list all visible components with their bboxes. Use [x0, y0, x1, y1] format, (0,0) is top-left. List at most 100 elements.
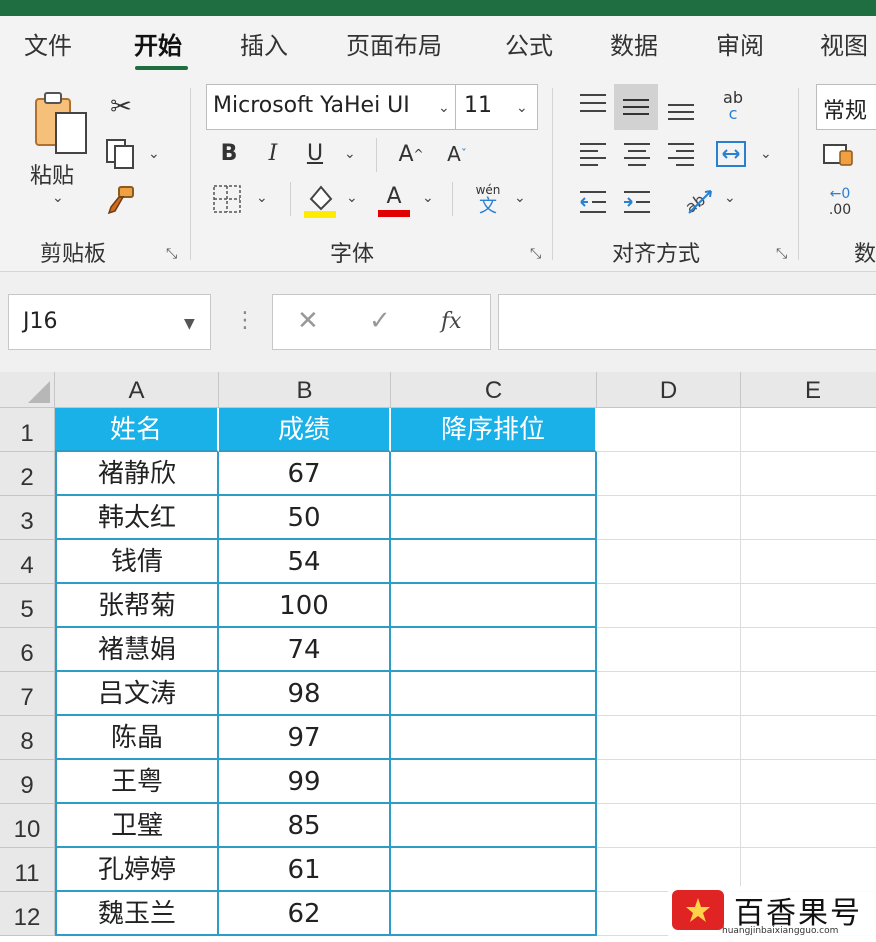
row-header[interactable]: 3	[0, 496, 55, 540]
number-format-select[interactable]: 常规	[816, 84, 876, 130]
bold-button[interactable]: B	[214, 138, 244, 168]
table-cell[interactable]: 王粤	[55, 760, 219, 804]
column-header-a[interactable]: A	[55, 372, 219, 408]
empty-cell[interactable]	[597, 672, 741, 716]
table-cell[interactable]	[391, 848, 597, 892]
empty-cell[interactable]	[741, 540, 876, 584]
empty-cell[interactable]	[741, 452, 876, 496]
table-cell[interactable]: 吕文涛	[55, 672, 219, 716]
font-color-button[interactable]: A	[376, 180, 412, 220]
table-cell[interactable]: 陈晶	[55, 716, 219, 760]
table-header-cell[interactable]: 降序排位	[391, 408, 597, 452]
shrink-font-button[interactable]: Aˇ	[440, 138, 474, 170]
table-cell[interactable]	[391, 672, 597, 716]
merge-dropdown-icon[interactable]: ⌄	[760, 146, 772, 162]
fill-color-icon[interactable]	[302, 180, 338, 220]
table-cell[interactable]: 74	[219, 628, 391, 672]
font-name-dropdown-icon[interactable]: ⌄	[438, 100, 450, 116]
align-right-icon[interactable]	[662, 134, 700, 174]
empty-cell[interactable]	[597, 408, 741, 452]
tab-view[interactable]: 视图	[820, 26, 868, 61]
align-center-icon[interactable]	[618, 134, 656, 174]
select-all-button[interactable]	[0, 372, 55, 408]
enter-icon[interactable]: ✓	[369, 306, 391, 336]
formula-input[interactable]	[498, 294, 876, 350]
table-cell[interactable]: 61	[219, 848, 391, 892]
table-cell[interactable]: 张帮菊	[55, 584, 219, 628]
font-size-dropdown-icon[interactable]: ⌄	[516, 100, 528, 116]
increase-indent-icon[interactable]	[618, 182, 656, 222]
row-header[interactable]: 5	[0, 584, 55, 628]
table-cell[interactable]: 孔婷婷	[55, 848, 219, 892]
table-cell[interactable]: 99	[219, 760, 391, 804]
table-header-cell[interactable]: 姓名	[55, 408, 219, 452]
wrap-text-button[interactable]: ab c	[714, 86, 752, 126]
empty-cell[interactable]	[597, 760, 741, 804]
insert-function-icon[interactable]: fx	[441, 309, 462, 334]
paste-label[interactable]: 粘贴	[30, 158, 74, 190]
empty-cell[interactable]	[597, 716, 741, 760]
align-middle-icon[interactable]	[614, 84, 658, 130]
fill-color-dropdown-icon[interactable]: ⌄	[346, 190, 358, 206]
table-cell[interactable]	[391, 452, 597, 496]
row-header[interactable]: 9	[0, 760, 55, 804]
empty-cell[interactable]	[741, 804, 876, 848]
italic-button[interactable]: I	[258, 138, 288, 168]
row-header[interactable]: 4	[0, 540, 55, 584]
phonetic-button[interactable]: wén 文	[470, 180, 506, 220]
empty-cell[interactable]	[741, 496, 876, 540]
table-cell[interactable]	[391, 584, 597, 628]
table-cell[interactable]: 褚静欣	[55, 452, 219, 496]
name-box-dropdown-icon[interactable]: ▼	[184, 316, 195, 332]
cancel-icon[interactable]: ✕	[297, 306, 319, 336]
borders-icon[interactable]	[210, 182, 244, 216]
empty-cell[interactable]	[741, 584, 876, 628]
row-header[interactable]: 11	[0, 848, 55, 892]
decrease-indent-icon[interactable]	[574, 182, 612, 222]
underline-button[interactable]: U	[300, 138, 330, 168]
format-painter-icon[interactable]	[104, 184, 138, 218]
table-cell[interactable]: 54	[219, 540, 391, 584]
table-cell[interactable]: 97	[219, 716, 391, 760]
row-header[interactable]: 12	[0, 892, 55, 936]
font-launcher-icon[interactable]: ⤡	[530, 246, 541, 262]
row-header[interactable]: 10	[0, 804, 55, 848]
column-header-c[interactable]: C	[391, 372, 597, 408]
row-header[interactable]: 6	[0, 628, 55, 672]
column-header-d[interactable]: D	[597, 372, 741, 408]
tab-insert[interactable]: 插入	[240, 26, 288, 61]
copy-dropdown-icon[interactable]: ⌄	[148, 146, 160, 162]
orientation-dropdown-icon[interactable]: ⌄	[724, 190, 736, 206]
empty-cell[interactable]	[597, 628, 741, 672]
orientation-icon[interactable]: ab	[680, 182, 718, 222]
paste-dropdown-icon[interactable]: ⌄	[52, 190, 64, 206]
table-cell[interactable]: 50	[219, 496, 391, 540]
empty-cell[interactable]	[741, 716, 876, 760]
align-left-icon[interactable]	[574, 134, 612, 174]
table-cell[interactable]: 魏玉兰	[55, 892, 219, 936]
column-header-b[interactable]: B	[219, 372, 391, 408]
empty-cell[interactable]	[741, 760, 876, 804]
phonetic-dropdown-icon[interactable]: ⌄	[514, 190, 526, 206]
empty-cell[interactable]	[741, 672, 876, 716]
empty-cell[interactable]	[597, 584, 741, 628]
tab-data[interactable]: 数据	[610, 26, 658, 61]
table-cell[interactable]: 韩太红	[55, 496, 219, 540]
formula-bar-grip-icon[interactable]: ⋮	[234, 308, 256, 333]
table-cell[interactable]: 褚慧娟	[55, 628, 219, 672]
table-cell[interactable]	[391, 716, 597, 760]
cut-icon[interactable]: ✂	[104, 90, 138, 124]
decrease-decimal-button[interactable]: ←0 .00	[820, 182, 860, 222]
font-name-select[interactable]: Microsoft YaHei UI	[206, 84, 456, 130]
merge-center-icon[interactable]	[712, 134, 750, 174]
tab-file[interactable]: 文件	[24, 26, 72, 61]
row-header[interactable]: 8	[0, 716, 55, 760]
table-cell[interactable]: 67	[219, 452, 391, 496]
row-header[interactable]: 7	[0, 672, 55, 716]
table-cell[interactable]	[391, 540, 597, 584]
tab-home[interactable]: 开始	[134, 26, 182, 61]
table-cell[interactable]	[391, 804, 597, 848]
accounting-format-icon[interactable]	[820, 138, 856, 172]
table-cell[interactable]	[391, 496, 597, 540]
tab-page-layout[interactable]: 页面布局	[346, 26, 442, 61]
